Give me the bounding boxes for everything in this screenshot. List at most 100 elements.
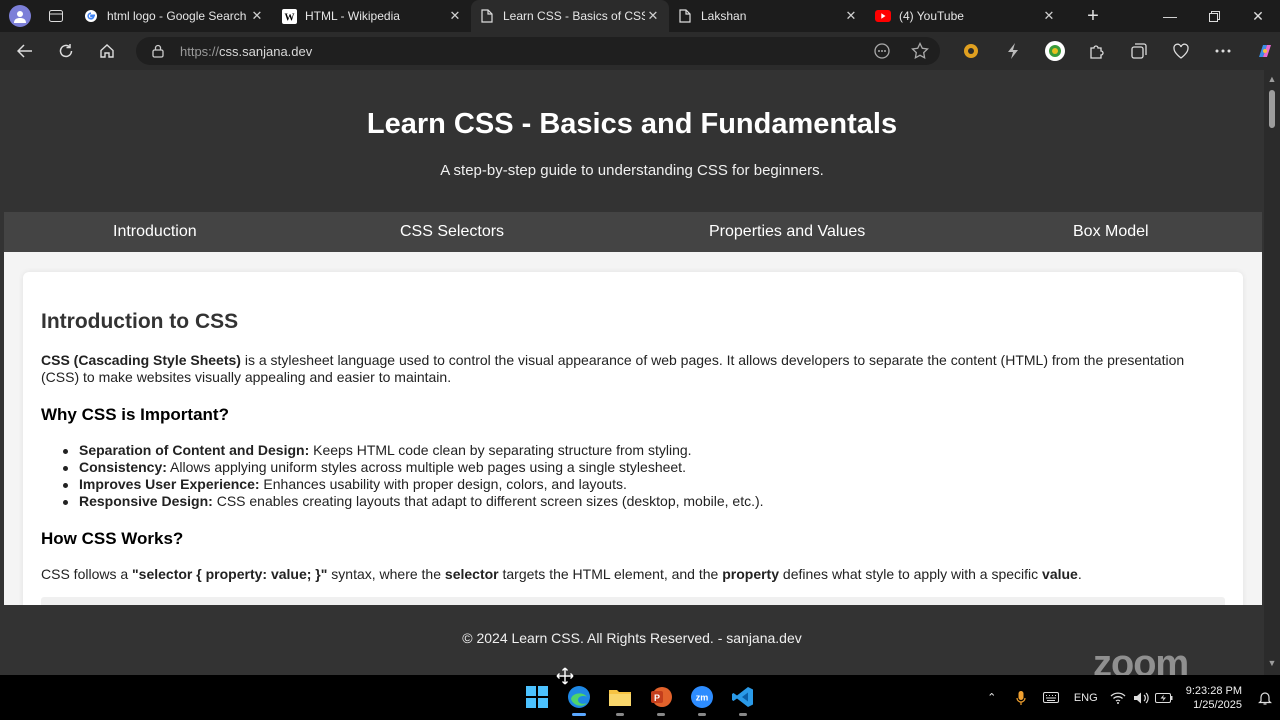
- svg-text:W: W: [284, 12, 294, 23]
- minimize-button[interactable]: —: [1148, 0, 1192, 32]
- taskbar-clock[interactable]: 9:23:28 PM 1/25/2025: [1186, 684, 1242, 712]
- close-tab-icon[interactable]: ✕: [1041, 8, 1057, 24]
- taskbar-powerpoint[interactable]: P: [646, 682, 676, 716]
- speaker-icon: [1133, 692, 1149, 703]
- scroll-thumb[interactable]: [1269, 90, 1275, 128]
- close-tab-icon[interactable]: ✕: [249, 8, 265, 24]
- copilot-button[interactable]: [1244, 32, 1280, 70]
- nav-properties-and-values[interactable]: Properties and Values: [709, 223, 865, 241]
- how-text: syntax, where the: [327, 566, 445, 582]
- restore-button[interactable]: [1192, 0, 1236, 32]
- tab-youtube[interactable]: (4) YouTube ✕: [867, 0, 1065, 32]
- list-item: Consistency: Allows applying uniform sty…: [63, 459, 1199, 476]
- nav-box-model[interactable]: Box Model: [1073, 223, 1149, 241]
- microphone-button[interactable]: [1006, 675, 1036, 720]
- volume-button[interactable]: [1130, 675, 1152, 720]
- tab-title: HTML - Wikipedia: [305, 9, 400, 23]
- scroll-down-icon[interactable]: ▼: [1267, 659, 1277, 668]
- tab-wikipedia[interactable]: W HTML - Wikipedia ✕: [273, 0, 471, 32]
- keyboard-icon: [1042, 692, 1059, 703]
- nav-css-selectors[interactable]: CSS Selectors: [400, 223, 504, 241]
- tray-overflow-button[interactable]: ⌃: [978, 675, 1006, 720]
- footer-text: © 2024 Learn CSS. All Rights Reserved. -…: [462, 630, 802, 646]
- list-item-term: Improves User Experience:: [79, 476, 260, 492]
- taskbar-vscode[interactable]: [728, 682, 758, 716]
- svg-text:P: P: [654, 693, 660, 703]
- extension-hand-icon: [964, 44, 978, 58]
- battery-charging-icon: [1154, 692, 1173, 703]
- extensions-button[interactable]: [1076, 32, 1118, 70]
- close-tab-icon[interactable]: ✕: [843, 8, 859, 24]
- how-syntax: "selector { property: value; }": [132, 566, 328, 582]
- edge-icon: [568, 686, 590, 708]
- how-term-selector: selector: [444, 566, 499, 582]
- collections-button[interactable]: [1118, 32, 1160, 70]
- close-tab-icon[interactable]: ✕: [645, 8, 661, 24]
- taskbar-edge[interactable]: [564, 682, 594, 716]
- tab-strip: html logo - Google Search ✕ W HTML - Wik…: [0, 0, 1280, 32]
- browser-essentials-button[interactable]: [1160, 32, 1202, 70]
- address-bar[interactable]: https://css.sanjana.dev: [136, 37, 940, 65]
- new-tab-button[interactable]: +: [1079, 2, 1107, 30]
- google-icon: [83, 8, 99, 24]
- tab-google-search[interactable]: html logo - Google Search ✕: [75, 0, 273, 32]
- heart-pulse-icon: [1173, 43, 1189, 59]
- start-button[interactable]: [522, 682, 552, 712]
- favorite-star-icon[interactable]: [910, 41, 930, 61]
- zoom-app-icon: zm: [691, 686, 713, 708]
- home-button[interactable]: [91, 35, 123, 67]
- zoom-watermark: zoom: [1093, 643, 1189, 675]
- battery-button[interactable]: [1152, 675, 1176, 720]
- scroll-up-icon[interactable]: ▲: [1267, 75, 1277, 84]
- how-paragraph: CSS follows a "selector { property: valu…: [41, 566, 1231, 583]
- tab-learn-css[interactable]: Learn CSS - Basics of CSS ✕: [471, 0, 669, 32]
- page-viewport[interactable]: Learn CSS - Basics and Fundamentals A st…: [0, 70, 1280, 675]
- how-term-value: value: [1042, 566, 1078, 582]
- keyboard-button[interactable]: [1036, 675, 1066, 720]
- list-item-term: Separation of Content and Design:: [79, 442, 310, 458]
- chevron-up-icon: ⌃: [987, 692, 997, 704]
- how-term-property: property: [722, 566, 780, 582]
- page-icon: [479, 8, 495, 24]
- performance-button[interactable]: [992, 32, 1034, 70]
- chrome-extension-button[interactable]: [1034, 32, 1076, 70]
- reload-button[interactable]: [50, 35, 82, 67]
- close-tab-icon[interactable]: ✕: [447, 8, 463, 24]
- language-indicator[interactable]: ENG: [1066, 675, 1106, 720]
- running-indicator: [657, 713, 665, 716]
- close-window-button[interactable]: ✕: [1236, 0, 1280, 32]
- back-button[interactable]: [9, 35, 41, 67]
- taskbar-file-explorer[interactable]: [605, 682, 635, 716]
- site-footer: © 2024 Learn CSS. All Rights Reserved. -…: [0, 605, 1264, 675]
- list-item-text: Allows applying uniform styles across mu…: [166, 459, 686, 475]
- reading-mode-icon[interactable]: [872, 41, 892, 61]
- settings-more-button[interactable]: [1202, 32, 1244, 70]
- profile-avatar[interactable]: [9, 5, 31, 27]
- page-scrollbar[interactable]: ▲ ▼: [1264, 70, 1280, 675]
- tab-lakshan[interactable]: Lakshan ✕: [669, 0, 867, 32]
- nav-introduction[interactable]: Introduction: [113, 223, 197, 241]
- clock-date: 1/25/2025: [1193, 698, 1242, 711]
- clock-time: 9:23:28 PM: [1185, 684, 1242, 697]
- user-icon: [14, 11, 26, 23]
- notifications-button[interactable]: [1254, 675, 1276, 720]
- collections-icon: [1131, 43, 1147, 59]
- microphone-icon: [1016, 690, 1026, 705]
- folder-icon: [609, 690, 631, 706]
- site-info-lock-icon[interactable]: [152, 44, 166, 58]
- reload-icon: [59, 44, 73, 58]
- extension-button[interactable]: [950, 32, 992, 70]
- copilot-icon: [1259, 45, 1271, 57]
- content-card: Introduction to CSS CSS (Cascading Style…: [23, 272, 1243, 617]
- back-arrow-icon: [17, 44, 32, 58]
- intro-bold-term: CSS (Cascading Style Sheets): [41, 352, 241, 368]
- wifi-button[interactable]: [1106, 675, 1130, 720]
- tab-actions-button[interactable]: [47, 8, 65, 24]
- window-controls: — ✕: [1148, 0, 1280, 32]
- how-text: .: [1077, 566, 1082, 582]
- tab-title: html logo - Google Search: [107, 9, 247, 23]
- how-text: CSS follows a: [41, 566, 133, 582]
- taskbar-zoom[interactable]: zm: [687, 682, 717, 716]
- youtube-icon: [875, 8, 891, 24]
- puzzle-icon: [1090, 45, 1104, 59]
